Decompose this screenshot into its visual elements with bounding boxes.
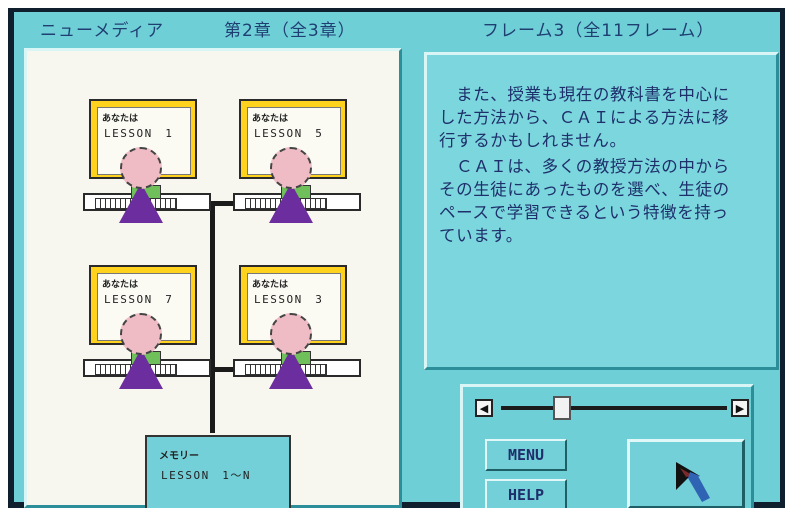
lesson-label: LESSON 1 xyxy=(104,127,174,140)
text-line-6: ペースで学習できるという特徴を持っ xyxy=(439,203,729,222)
arrow-left-icon: ◀ xyxy=(479,401,489,415)
scroll-left-button[interactable]: ◀ xyxy=(475,399,493,417)
help-button[interactable]: HELP xyxy=(485,479,567,508)
workstation-1: あなたは LESSON 1 xyxy=(83,99,229,229)
you-label: あなたは xyxy=(102,114,139,124)
scroll-track[interactable] xyxy=(501,406,727,410)
workstation-2: あなたは LESSON 5 xyxy=(233,99,379,229)
student-body-icon xyxy=(119,349,163,389)
you-label: あなたは xyxy=(252,280,289,290)
student-head-icon xyxy=(120,147,162,189)
workstation-3: あなたは LESSON 7 xyxy=(83,265,229,395)
app-window: ニューメディア 第2章（全3章） フレーム3（全11フレーム） あなたは LES… xyxy=(14,12,780,508)
text-line-4: ＣＡＩは、多くの教授方法の中から xyxy=(439,157,730,176)
student-head-icon xyxy=(270,313,312,355)
lesson-label: LESSON 3 xyxy=(254,293,324,306)
menu-button[interactable]: MENU xyxy=(485,439,567,471)
text-line-7: ています。 xyxy=(439,226,523,245)
frame-indicator: フレーム3（全11フレーム） xyxy=(482,21,715,41)
student-body-icon xyxy=(269,349,313,389)
you-label: あなたは xyxy=(252,114,289,124)
you-label: あなたは xyxy=(102,280,139,290)
next-frame-button[interactable] xyxy=(627,439,745,508)
workstation-4: あなたは LESSON 3 xyxy=(233,265,379,395)
explanation-text-panel: また、授業も現在の教科書を中心に した方法から、ＣＡＩによる方法に移 行するかも… xyxy=(424,52,779,370)
lesson-label: LESSON 5 xyxy=(254,127,324,140)
diagram-panel: あなたは LESSON 1 あなたは LESSON 5 あなたは LESSON … xyxy=(24,48,402,508)
text-line-2: した方法から、ＣＡＩによる方法に移 xyxy=(439,108,730,127)
text-line-5: その生徒にあったものを選べ、生徒の xyxy=(439,180,730,199)
scroll-thumb[interactable] xyxy=(553,396,571,420)
student-head-icon xyxy=(270,147,312,189)
monitor-screen: ニューメディア 第2章（全3章） フレーム3（全11フレーム） あなたは LES… xyxy=(8,8,785,508)
memory-box: メモリー LESSON 1～N xyxy=(145,435,291,508)
app-title: ニューメディア xyxy=(40,21,165,41)
student-head-icon xyxy=(120,313,162,355)
scroll-right-button[interactable]: ▶ xyxy=(731,399,749,417)
student-body-icon xyxy=(119,183,163,223)
control-panel: ◀ ▶ MENU HELP xyxy=(460,384,754,508)
memory-lesson-range: LESSON 1～N xyxy=(161,469,251,482)
text-line-1: また、授業も現在の教科書を中心に xyxy=(439,85,730,104)
memory-title: メモリー xyxy=(159,451,199,462)
lesson-label: LESSON 7 xyxy=(104,293,174,306)
student-body-icon xyxy=(269,183,313,223)
arrow-right-icon: ▶ xyxy=(735,401,745,415)
text-line-3: 行するかもしれません。 xyxy=(439,131,627,150)
chapter-indicator: 第2章（全3章） xyxy=(224,21,356,41)
cursor-arrow-icon xyxy=(676,462,710,502)
